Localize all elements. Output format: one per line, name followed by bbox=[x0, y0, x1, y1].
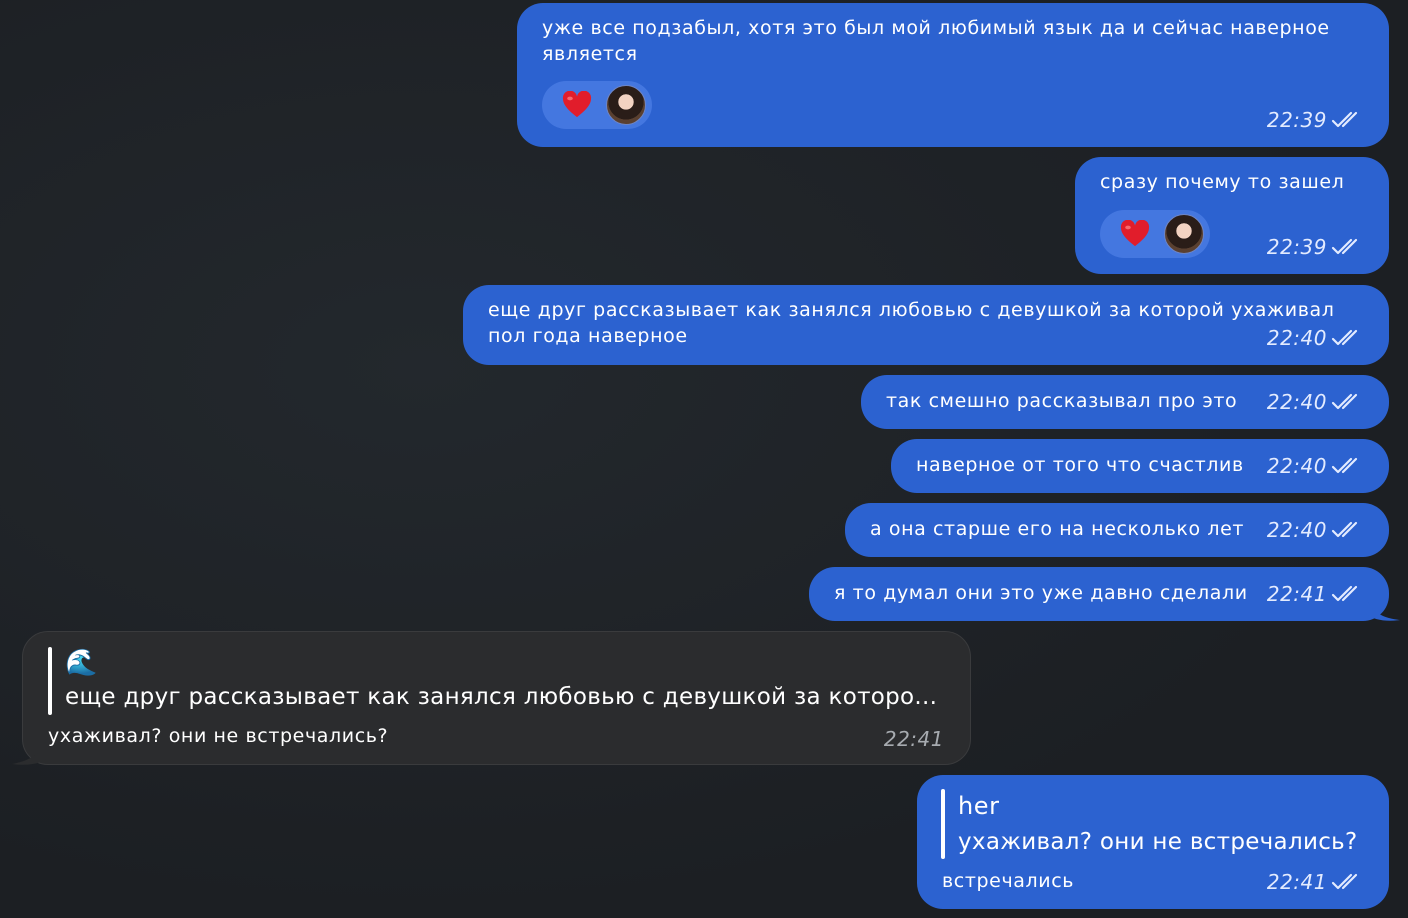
message-text: является bbox=[542, 43, 638, 65]
message-text: ухаживал? они не встречались? bbox=[48, 725, 389, 747]
reply-quote-bar bbox=[48, 647, 52, 715]
message-time: 22:40 bbox=[1266, 518, 1327, 542]
outgoing-message[interactable]: так смешно рассказывал про это 22:40 bbox=[861, 375, 1389, 429]
message-text: так смешно рассказывал про это bbox=[886, 390, 1238, 412]
reply-quote-author: her bbox=[958, 792, 1000, 820]
reply-quote-emoji: 🌊 bbox=[65, 648, 98, 678]
reaction-pill[interactable] bbox=[542, 81, 652, 129]
message-meta: 22:40 bbox=[1267, 389, 1361, 415]
double-check-icon bbox=[1331, 238, 1358, 255]
message-text: встречались bbox=[942, 870, 1075, 892]
outgoing-message[interactable]: her ухаживал? они не встречались? встреч… bbox=[917, 775, 1389, 909]
heart-emoji-icon bbox=[1120, 220, 1150, 247]
double-check-icon bbox=[1331, 329, 1358, 346]
chat-history[interactable]: уже все подзабыл, хотя это был мой любим… bbox=[0, 0, 1408, 918]
double-check-icon bbox=[1331, 393, 1358, 410]
message-meta: 22:40 bbox=[1267, 325, 1361, 351]
double-check-icon bbox=[1331, 457, 1358, 474]
message-time: 22:39 bbox=[1266, 108, 1327, 132]
bubble-tail bbox=[12, 736, 48, 765]
double-check-icon bbox=[1331, 521, 1358, 538]
message-meta: 22:40 bbox=[1267, 453, 1361, 479]
outgoing-message[interactable]: уже все подзабыл, хотя это был мой любим… bbox=[517, 3, 1389, 147]
message-text: сразу почему то зашел bbox=[1100, 171, 1345, 193]
message-meta: 22:41 bbox=[1267, 581, 1361, 607]
message-text: еще друг рассказывает как занялся любовь… bbox=[488, 299, 1335, 321]
outgoing-message[interactable]: наверное от того что счастлив 22:40 bbox=[891, 439, 1389, 493]
message-text: уже все подзабыл, хотя это был мой любим… bbox=[542, 17, 1330, 39]
reply-quote-text[interactable]: ухаживал? они не встречались? bbox=[958, 829, 1358, 855]
outgoing-message[interactable]: сразу почему то зашел 22:39 bbox=[1075, 157, 1389, 274]
message-text: а она старше его на несколько лет bbox=[870, 518, 1245, 540]
message-meta: 22:41 bbox=[884, 726, 944, 752]
outgoing-message[interactable]: еще друг рассказывает как занялся любовь… bbox=[463, 285, 1389, 365]
double-check-icon bbox=[1331, 111, 1358, 128]
reply-quote-bar bbox=[941, 789, 945, 859]
outgoing-message[interactable]: я то думал они это уже давно сделали 22:… bbox=[809, 567, 1389, 621]
message-meta: 22:40 bbox=[1267, 517, 1361, 543]
message-time: 22:41 bbox=[1266, 582, 1327, 606]
message-meta: 22:39 bbox=[1267, 234, 1361, 260]
message-text: пол года наверное bbox=[488, 325, 688, 347]
message-time: 22:40 bbox=[1266, 454, 1327, 478]
double-check-icon bbox=[1331, 873, 1358, 890]
message-text: я то думал они это уже давно сделали bbox=[834, 582, 1248, 604]
reaction-pill[interactable] bbox=[1100, 210, 1210, 258]
reply-quote-text[interactable]: еще друг рассказывает как занялся любовь… bbox=[65, 684, 937, 710]
message-meta: 22:41 bbox=[1267, 869, 1361, 895]
outgoing-message[interactable]: а она старше его на несколько лет 22:40 bbox=[845, 503, 1389, 557]
message-time: 22:39 bbox=[1266, 235, 1327, 259]
reactor-avatar[interactable] bbox=[606, 85, 646, 125]
message-time: 22:41 bbox=[1266, 870, 1327, 894]
double-check-icon bbox=[1331, 585, 1358, 602]
message-text: наверное от того что счастлив bbox=[916, 454, 1244, 476]
message-meta: 22:39 bbox=[1267, 107, 1361, 133]
reactor-avatar[interactable] bbox=[1164, 214, 1204, 254]
bubble-tail bbox=[1366, 596, 1400, 621]
message-time: 22:40 bbox=[1266, 326, 1327, 350]
message-time: 22:40 bbox=[1266, 390, 1327, 414]
heart-emoji-icon bbox=[562, 91, 592, 118]
message-time: 22:41 bbox=[883, 727, 944, 751]
incoming-message[interactable]: 🌊 еще друг рассказывает как занялся любо… bbox=[22, 631, 971, 765]
